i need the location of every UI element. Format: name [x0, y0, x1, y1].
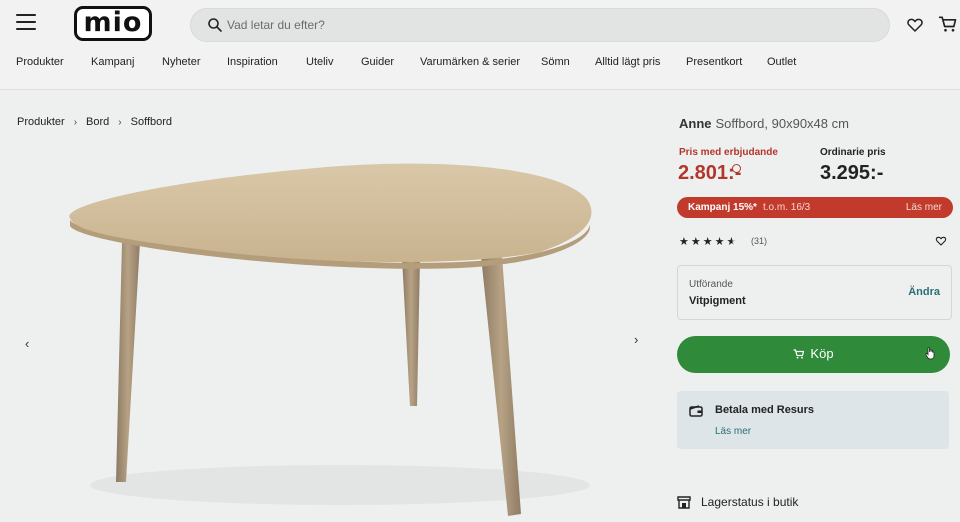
campaign-date: t.o.m. 16/3 [763, 202, 811, 213]
header: mio [0, 0, 960, 50]
review-count[interactable]: (31) [751, 236, 767, 246]
store-icon [677, 495, 691, 509]
regular-price: 3.295:- [820, 162, 884, 184]
info-icon[interactable] [732, 164, 741, 173]
variant-value: Vitpigment [689, 295, 746, 307]
nav-item-somn[interactable]: Sömn [541, 56, 570, 68]
star-rating[interactable]: ★ ★ ★ ★ ★ [679, 235, 737, 248]
nav-item-kampanj[interactable]: Kampanj [91, 56, 134, 68]
nav-item-produkter[interactable]: Produkter [16, 56, 64, 68]
menu-icon[interactable] [16, 14, 36, 30]
nav-item-uteliv[interactable]: Uteliv [306, 56, 334, 68]
cart-icon [793, 348, 805, 359]
star-icon: ★ [714, 236, 726, 248]
nav-item-outlet[interactable]: Outlet [767, 56, 796, 68]
half-star-icon: ★ [726, 236, 738, 248]
variant-label: Utförande [689, 279, 733, 290]
cart-icon[interactable] [938, 14, 958, 34]
main-nav: Produkter Kampanj Nyheter Inspiration Ut… [0, 50, 960, 90]
store-stock-status[interactable]: Lagerstatus i butik [677, 495, 798, 509]
star-icon: ★ [702, 236, 714, 248]
breadcrumb-produkter[interactable]: Produkter [17, 116, 65, 128]
resurs-title: Betala med Resurs [715, 404, 815, 416]
wallet-icon [689, 405, 703, 417]
store-stock-label: Lagerstatus i butik [701, 495, 799, 509]
logo[interactable]: mio [74, 6, 152, 41]
chevron-right-icon: › [73, 116, 78, 128]
search-bar[interactable] [190, 8, 890, 42]
breadcrumb: Produkter › Bord › Soffbord [17, 116, 172, 128]
breadcrumb-bord[interactable]: Bord [86, 116, 109, 128]
search-input[interactable] [227, 9, 867, 41]
search-icon [208, 18, 222, 32]
star-icon: ★ [690, 236, 702, 248]
nav-item-nyheter[interactable]: Nyheter [162, 56, 201, 68]
chevron-right-icon[interactable]: › [634, 332, 638, 347]
nav-item-inspiration[interactable]: Inspiration [227, 56, 278, 68]
nav-item-varumarken[interactable]: Varumärken & serier [420, 56, 520, 68]
heart-icon[interactable] [906, 16, 924, 34]
variant-selector[interactable]: Utförande Vitpigment Ändra [677, 265, 952, 320]
chevron-right-icon: › [118, 116, 122, 128]
buy-button-label: Köp [810, 346, 834, 361]
star-icon: ★ [679, 236, 690, 248]
nav-item-alltid-lagt-pris[interactable]: Alltid lägt pris [595, 56, 660, 68]
nav-item-presentkort[interactable]: Presentkort [686, 56, 742, 68]
resurs-read-more-link[interactable]: Läs mer [715, 426, 751, 437]
regular-price-label: Ordinarie pris [820, 147, 886, 158]
campaign-read-more-link[interactable]: Läs mer [906, 202, 942, 213]
product-image[interactable] [40, 140, 640, 522]
logo-text: mio [83, 7, 143, 38]
variant-change-link[interactable]: Ändra [908, 286, 940, 298]
breadcrumb-soffbord[interactable]: Soffbord [131, 116, 172, 128]
product-description: Soffbord, 90x90x48 cm [715, 116, 849, 131]
hand-cursor-icon [925, 346, 935, 360]
chevron-left-icon[interactable]: ‹ [25, 336, 29, 351]
product-brand: Anne [679, 116, 712, 131]
campaign-label: Kampanj 15%* [688, 202, 757, 213]
resurs-payment-box[interactable]: Betala med Resurs Läs mer [677, 391, 949, 449]
product-title: Anne Soffbord, 90x90x48 cm [679, 116, 849, 131]
favorite-heart-icon[interactable] [935, 235, 947, 247]
nav-item-guider[interactable]: Guider [361, 56, 394, 68]
buy-button[interactable]: Köp [677, 336, 950, 373]
offer-price-label: Pris med erbjudande [679, 147, 778, 158]
campaign-banner[interactable]: Kampanj 15%* t.o.m. 16/3 Läs mer [677, 197, 953, 218]
